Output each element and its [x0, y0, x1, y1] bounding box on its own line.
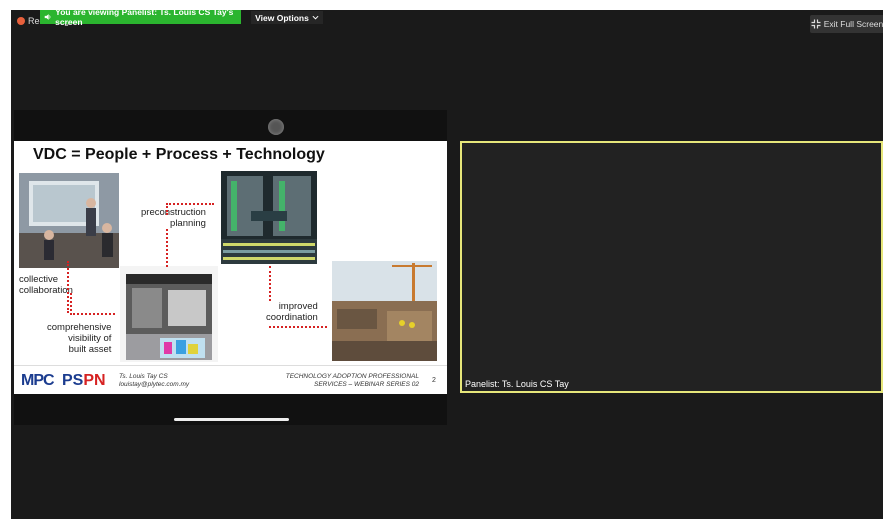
screen-share-view[interactable]: VDC = People + Process + Technology coll… [14, 110, 447, 425]
webinar-series: TECHNOLOGY ADOPTION PROFESSIONAL SERVICE… [285, 373, 419, 388]
presenter-email: louistay@plytec.com.my [119, 381, 190, 388]
precon-arrow-v2 [166, 203, 168, 215]
presenter-name: Ts. Louis Tay CS [119, 373, 168, 380]
precon-arrow-v [166, 229, 168, 267]
meeting-photo [19, 173, 119, 268]
mpc-logo: MPC [21, 372, 55, 389]
presentation-slide: VDC = People + Process + Technology coll… [14, 141, 447, 394]
preconstruction-label: preconstruction planning [141, 207, 206, 229]
presenter-info: Ts. Louis Tay CS louistay@plytec.com.my [119, 373, 189, 389]
construction-site-image [332, 261, 437, 361]
panelist-name: Panelist: Ts. Louis CS Tay [465, 379, 569, 389]
building-model-image [120, 266, 218, 362]
recording-icon [17, 17, 25, 25]
visibility-label: comprehensive visibility of built asset [47, 322, 112, 355]
slide-title: VDC = People + Process + Technology [33, 146, 325, 163]
visibility-arrow-h [70, 313, 115, 315]
meeting-window: Recording You are viewing Panelist: Ts. … [11, 10, 883, 519]
slide-footer: MPC PSPN Ts. Louis Tay CS louistay@plyte… [14, 365, 447, 394]
chevron-down-icon [312, 15, 319, 20]
visibility-arrow-v [70, 293, 72, 315]
viewing-banner: You are viewing Panelist: Ts. Louis CS T… [40, 10, 241, 27]
speaker-icon [44, 14, 51, 20]
share-scrollbar[interactable] [174, 418, 289, 421]
panelist-video-tile[interactable]: Panelist: Ts. Louis CS Tay [460, 141, 883, 393]
precon-arrow-h [166, 203, 214, 205]
slide-page-number: 2 [432, 377, 436, 384]
exit-fullscreen-icon [811, 19, 821, 29]
coordination-label: improved coordination [266, 301, 318, 323]
exit-fullscreen-button[interactable]: Exit Full Screen [810, 15, 883, 33]
view-options-button[interactable]: View Options [251, 11, 323, 24]
pspn-logo: PSPN [62, 372, 106, 389]
collab-arrow-line [67, 261, 69, 313]
collaboration-label: collective collaboration [19, 274, 73, 296]
exit-fullscreen-label: Exit Full Screen [823, 19, 883, 29]
view-options-label: View Options [255, 12, 309, 23]
clash-detection-image [221, 171, 317, 264]
coord-arrow-v [269, 266, 271, 301]
camera-icon [268, 119, 284, 135]
coord-arrow-h [269, 326, 327, 328]
banner-text: You are viewing Panelist: Ts. Louis CS T… [55, 10, 234, 27]
